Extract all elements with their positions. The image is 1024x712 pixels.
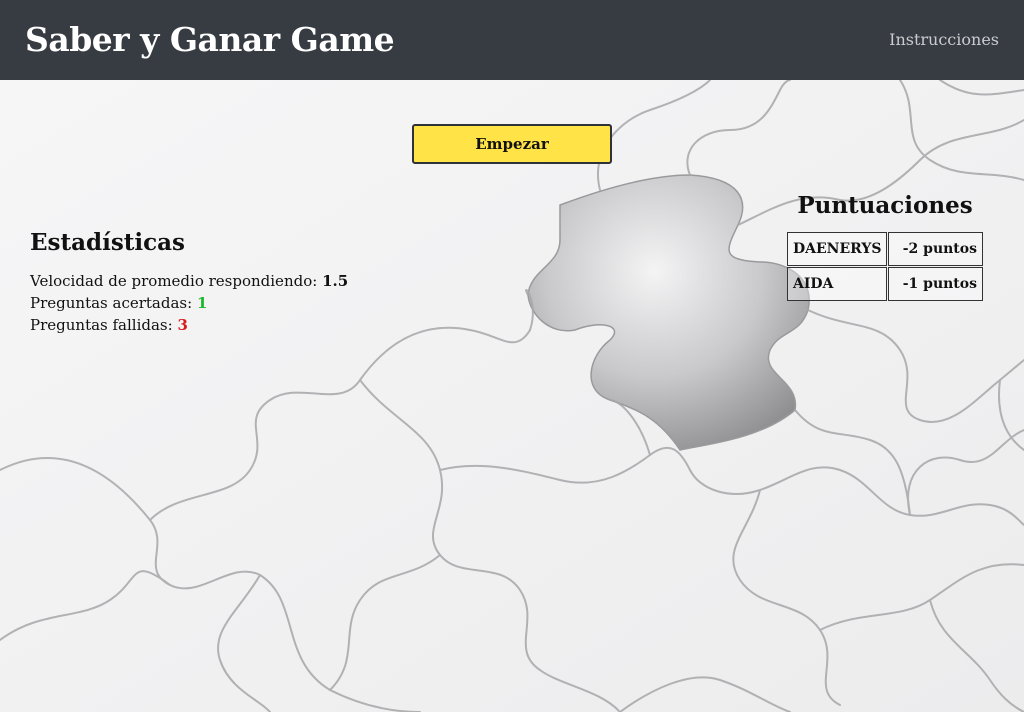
stat-correct-label: Preguntas acertadas: bbox=[30, 294, 193, 312]
scores-title: Puntuaciones bbox=[797, 192, 973, 219]
stat-speed-value: 1.5 bbox=[322, 272, 349, 290]
score-points: -1 puntos bbox=[888, 267, 983, 301]
stat-correct: Preguntas acertadas: 1 bbox=[30, 292, 348, 314]
table-row: AIDA -1 puntos bbox=[787, 267, 983, 301]
stat-wrong-value: 3 bbox=[177, 316, 188, 334]
score-player-name: AIDA bbox=[787, 267, 888, 301]
stat-speed: Velocidad de promedio respondiendo: 1.5 bbox=[30, 270, 348, 292]
top-navbar: Saber y Ganar Game Instrucciones bbox=[0, 0, 1024, 80]
stat-wrong: Preguntas fallidas: 3 bbox=[30, 314, 348, 336]
score-points: -2 puntos bbox=[888, 232, 983, 266]
table-row: DAENERYS -2 puntos bbox=[787, 232, 983, 266]
scores-panel: Puntuaciones DAENERYS -2 puntos AIDA -1 … bbox=[786, 192, 984, 302]
stat-speed-label: Velocidad de promedio respondiendo: bbox=[30, 272, 318, 290]
puzzle-background-image bbox=[0, 80, 1024, 712]
instructions-link[interactable]: Instrucciones bbox=[889, 30, 999, 49]
score-player-name: DAENERYS bbox=[787, 232, 888, 266]
statistics-panel: Estadísticas Velocidad de promedio respo… bbox=[30, 229, 348, 336]
stat-correct-value: 1 bbox=[196, 294, 208, 312]
scores-table: DAENERYS -2 puntos AIDA -1 puntos bbox=[786, 231, 984, 302]
statistics-title: Estadísticas bbox=[30, 229, 185, 256]
brand-title[interactable]: Saber y Ganar Game bbox=[25, 20, 395, 59]
stat-wrong-label: Preguntas fallidas: bbox=[30, 316, 173, 334]
start-button[interactable]: Empezar bbox=[412, 124, 612, 164]
